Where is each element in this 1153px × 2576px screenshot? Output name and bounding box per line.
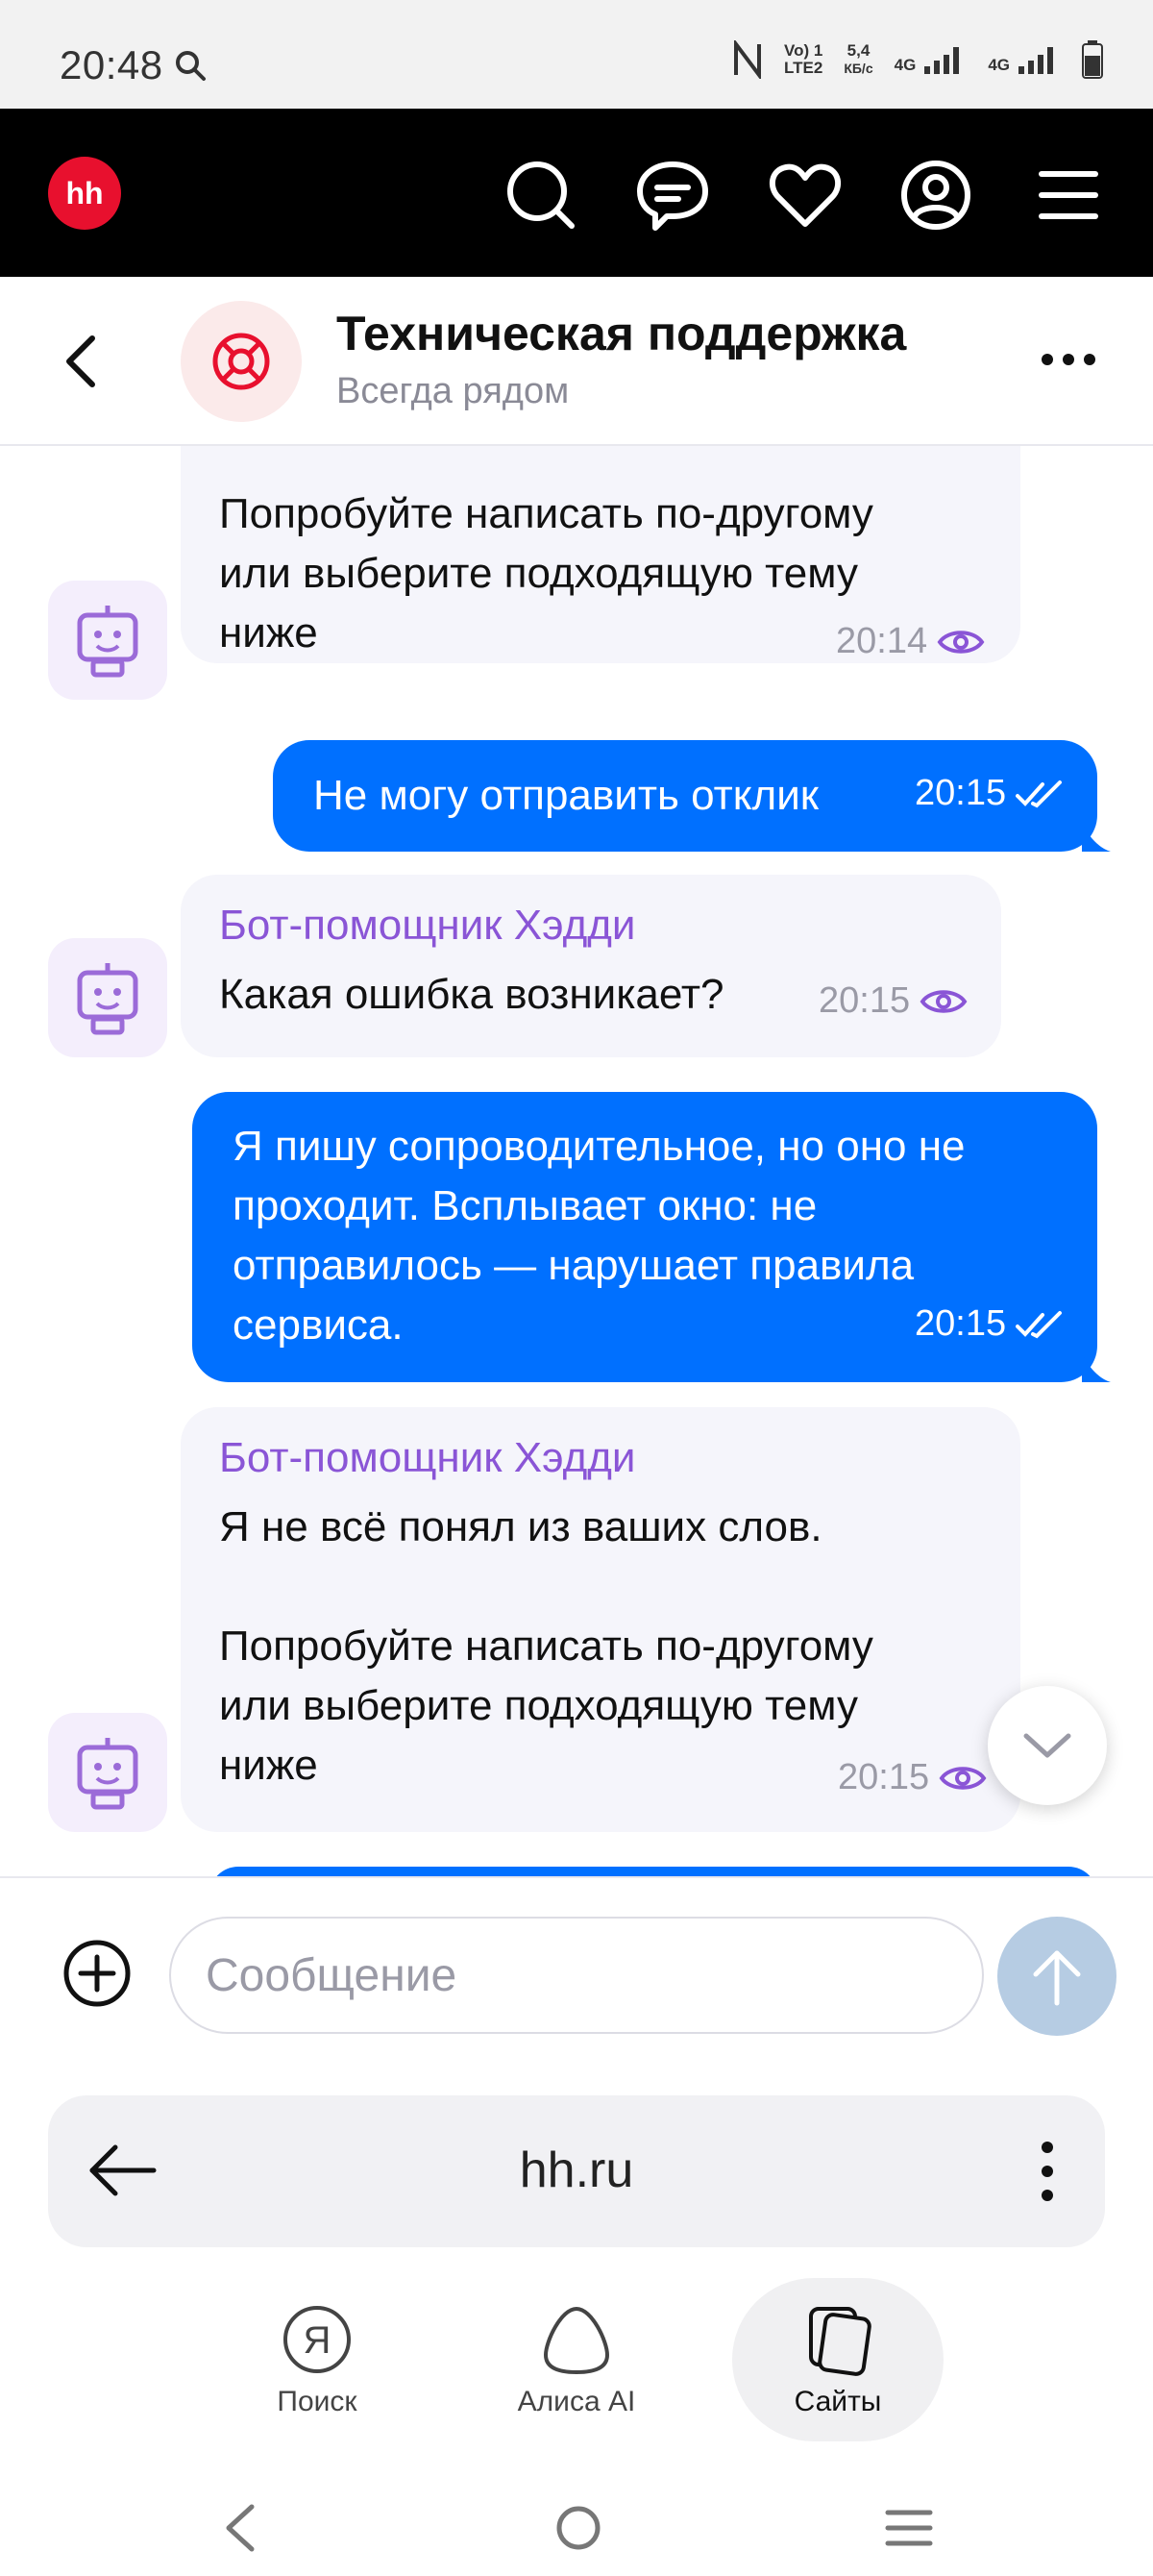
address-bar[interactable]: hh.ru — [48, 2095, 1105, 2247]
battery-icon — [1082, 40, 1103, 79]
nav-recents-icon[interactable] — [884, 2503, 934, 2553]
signal-bars-icon — [1018, 47, 1053, 74]
message-list[interactable]: Попробуйте написать по-другому или выбер… — [0, 446, 1153, 1876]
sender-name: Бот-помощник Хэдди — [219, 902, 636, 949]
message-input[interactable] — [169, 1917, 984, 2034]
chat-icon[interactable] — [634, 159, 711, 232]
message-meta: 20:15 — [915, 1303, 1066, 1345]
app-header: hh — [0, 109, 1153, 277]
browser-tabs: Я Поиск Алиса AI Сайты — [0, 2278, 1153, 2451]
message-meta: 20:15 — [819, 980, 968, 1022]
chat-subtitle: Всегда рядом — [336, 371, 570, 411]
message-composer — [0, 1876, 1153, 2038]
heart-icon[interactable] — [767, 159, 844, 232]
status-time: 20:48 — [60, 42, 163, 87]
robot-icon — [77, 963, 138, 1035]
more-options-icon[interactable] — [1040, 352, 1097, 367]
bot-avatar — [48, 1713, 167, 1832]
arrow-up-icon — [1033, 1950, 1081, 2006]
read-eye-icon — [920, 989, 968, 1013]
search-icon — [176, 51, 206, 81]
svg-text:Я: Я — [304, 2319, 331, 2362]
signal-bars-icon — [924, 47, 960, 74]
yandex-search-icon: Я — [283, 2306, 351, 2373]
read-eye-icon — [937, 630, 985, 654]
bot-avatar — [48, 581, 167, 700]
robot-icon — [77, 1738, 138, 1810]
volte-indicator: Vo) 1 LTE2 — [784, 41, 823, 77]
message-meta: 20:15 — [838, 1757, 987, 1798]
url-text[interactable]: hh.ru — [48, 2142, 1105, 2199]
send-button[interactable] — [997, 1917, 1116, 2036]
sites-icon — [809, 2307, 871, 2376]
tab-sites[interactable]: Сайты — [732, 2278, 944, 2441]
message-meta: 20:14 — [836, 621, 985, 662]
hh-logo[interactable]: hh — [48, 157, 121, 230]
message-meta: 20:15 — [915, 773, 1066, 814]
read-eye-icon — [939, 1766, 987, 1790]
message-time: 20:15 — [819, 980, 911, 1021]
robot-icon — [77, 606, 138, 678]
message-bubble-incoming: Бот-помощник Хэдди Какая ошибка возникае… — [181, 875, 1001, 1057]
bubble-tail — [1082, 823, 1111, 852]
support-avatar — [181, 301, 302, 422]
kebab-menu-icon[interactable] — [1040, 2140, 1055, 2203]
network-speed: 5,4 КБ/с — [844, 41, 873, 77]
menu-icon[interactable] — [1032, 159, 1105, 232]
message-bubble-outgoing — [209, 1867, 1097, 1876]
signal-sim1: 4G — [895, 45, 968, 74]
nfc-icon — [734, 40, 762, 79]
browser-chrome: hh.ru Я Поиск Алиса AI Сайты — [0, 2038, 1153, 2576]
alisa-icon — [543, 2306, 610, 2375]
chat-header: Техническая поддержка Всегда рядом — [0, 277, 1153, 446]
tab-alisa[interactable]: Алиса AI — [471, 2278, 682, 2441]
message-time: 20:15 — [915, 773, 1007, 813]
back-arrow-icon[interactable] — [56, 333, 110, 390]
message-time: 20:14 — [836, 621, 928, 661]
double-check-icon — [1016, 780, 1063, 807]
nav-home-icon[interactable] — [553, 2503, 603, 2553]
signal-sim2: 4G — [988, 45, 1061, 74]
chevron-down-icon — [1023, 1733, 1071, 1758]
status-bar: 20:48 Vo) 1 LTE2 5,4 КБ/с 4G 4G — [0, 0, 1153, 109]
chat-title: Техническая поддержка — [336, 307, 907, 360]
lifebuoy-icon — [212, 333, 270, 390]
message-time: 20:15 — [915, 1303, 1007, 1344]
message-time: 20:15 — [838, 1757, 930, 1797]
bubble-tail — [1082, 1353, 1111, 1382]
bot-avatar — [48, 938, 167, 1057]
system-navigation — [0, 2480, 1153, 2576]
search-icon[interactable] — [504, 159, 577, 232]
add-attachment-icon[interactable] — [61, 1938, 133, 2009]
scroll-down-button[interactable] — [988, 1686, 1107, 1805]
sender-name: Бот-помощник Хэдди — [219, 1434, 636, 1481]
double-check-icon — [1016, 1310, 1063, 1338]
tab-search[interactable]: Я Поиск — [211, 2278, 423, 2441]
profile-icon[interactable] — [899, 159, 972, 232]
nav-back-icon[interactable] — [221, 2503, 259, 2553]
